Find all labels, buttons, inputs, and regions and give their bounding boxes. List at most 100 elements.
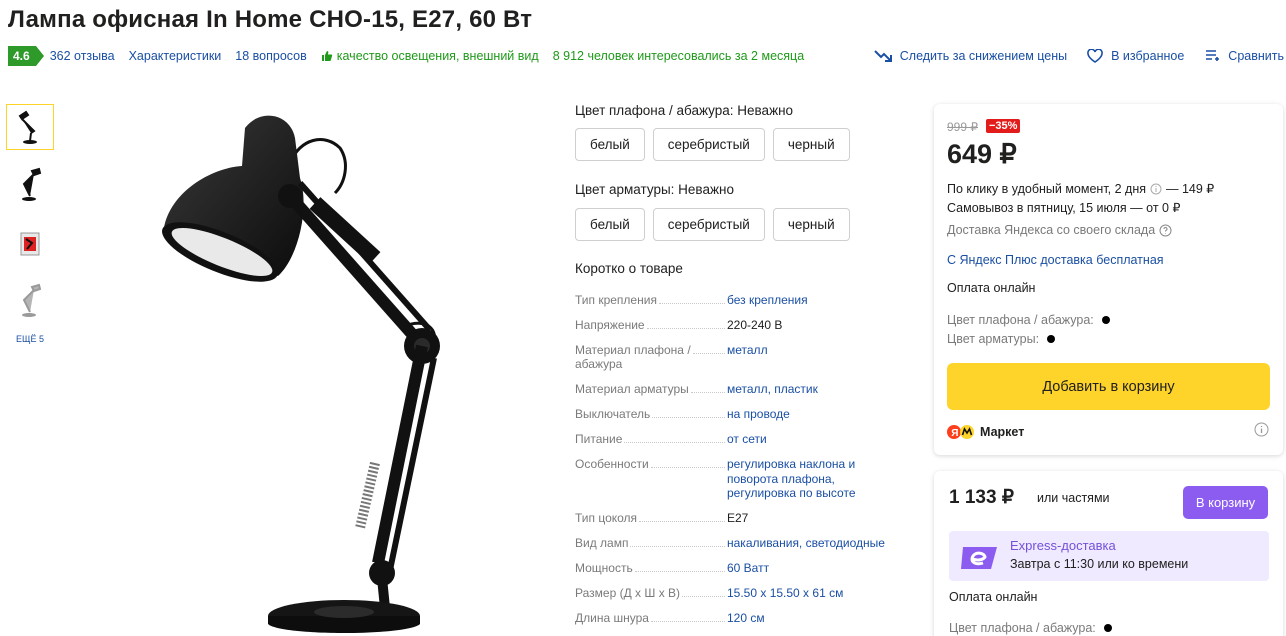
questions-link[interactable]: 18 вопросов [235,49,306,63]
thumbnail-1[interactable] [6,104,54,150]
delivery-price: — 149 ₽ [1166,182,1215,196]
current-price: 649 ₽ [947,139,1017,169]
black-color-dot [1103,624,1112,632]
yandex-delivery: Доставка Яндекса со своего склада [947,223,1172,237]
spec-key: Длина шнура [575,611,651,626]
delivery-option: По клику в удобный момент, 2 дня — 149 ₽ [947,181,1215,197]
spec-value[interactable]: на проводе [727,407,895,422]
shade-chip-silver[interactable]: серебристый [652,128,765,161]
express-subtitle: Завтра с 11:30 или ко времени [1010,557,1189,571]
arm-color-chips: белый серебристый черный [575,208,850,241]
express-delivery-icon [961,547,997,569]
spec-key: Тип крепления [575,293,659,308]
spec-row: Тип крепления без крепления [575,293,895,308]
plus-delivery-link[interactable]: С Яндекс Плюс доставка бесплатная [947,253,1164,267]
reviews-link[interactable]: 362 отзыва [50,49,115,63]
selected-arm-label: Цвет арматуры: [947,332,1040,346]
favorite-button[interactable]: В избранное [1087,49,1184,63]
track-price-button[interactable]: Следить за снижением цены [874,49,1067,63]
arm-chip-silver[interactable]: серебристый [652,208,765,241]
svg-text:Я: Я [951,428,958,439]
black-color-dot [1047,335,1056,343]
spec-key: Вид ламп [575,536,631,551]
gallery-thumbnails: ЕЩЁ 5 [6,104,54,344]
rating-badge[interactable]: 4.6 [8,46,44,66]
thumbs-up-icon [321,51,332,61]
quality-highlight: качество освещения, внешний вид [321,49,539,63]
delivery-text: По клику в удобный момент, 2 дня [947,181,1146,196]
shade-color-label: Цвет плафона / абажура: [575,103,734,118]
spec-row: Материал арматуры металл, пластик [575,382,895,397]
spec-value[interactable]: без крепления [727,293,895,308]
offer-price: 1 133 ₽ [949,487,1014,508]
shade-color-value: Неважно [737,103,794,118]
spec-row: Мощность 60 Ватт [575,561,895,576]
spec-value[interactable]: накаливания, светодиодные [727,536,895,551]
spec-value[interactable]: металл, пластик [727,382,895,397]
shade-chip-black[interactable]: черный [772,128,850,161]
buy-button[interactable]: В корзину [1183,486,1268,519]
spec-key: Питание [575,432,625,447]
track-price-label: Следить за снижением цены [899,49,1068,63]
selected-arm-color: Цвет арматуры: [947,332,1056,346]
spec-row: Напряжение 220-240 В [575,318,895,333]
yandex-market-logo-icon: Я [947,425,974,439]
spec-row: Длина шнура 120 см [575,611,895,626]
quality-text: качество освещения, внешний вид [336,49,539,63]
shade-color-option: Цвет плафона / абажура: Неважно [575,103,793,118]
compare-label: Сравнить [1228,49,1284,63]
spec-key: Выключатель [575,407,653,422]
specs-link[interactable]: Характеристики [129,49,222,63]
arm-chip-white[interactable]: белый [575,208,645,241]
lamp-box-thumbnail-icon [20,232,40,256]
arm-color-option: Цвет арматуры: Неважно [575,182,734,197]
add-to-cart-button[interactable]: Добавить в корзину [947,363,1270,410]
seller-brand[interactable]: Я Маркет [947,425,1024,439]
installments-text: или частями [1037,491,1110,505]
shade-color-chips: белый серебристый черный [575,128,850,161]
price-down-icon [874,50,892,62]
yandex-delivery-text: Доставка Яндекса со своего склада [947,223,1156,237]
spec-key: Особенности [575,457,651,501]
spec-value[interactable]: металл [727,343,895,371]
payment-method: Оплата онлайн [947,281,1036,295]
payment-method: Оплата онлайн [949,590,1038,604]
spec-value[interactable]: регулировка наклона и поворота плафона, … [727,457,895,501]
spec-value[interactable]: от сети [727,432,895,447]
thumbnail-4[interactable] [6,278,54,324]
heart-icon [1087,49,1103,63]
spec-value[interactable]: 60 Ватт [727,561,895,576]
thumbnail-2[interactable] [6,162,54,208]
interest-counter: 8 912 человек интересовались за 2 месяца [552,49,805,63]
desk-lamp-image [162,115,440,633]
compare-icon [1206,50,1220,61]
shade-chip-white[interactable]: белый [575,128,645,161]
spec-row: Питание от сети [575,432,895,447]
arm-color-value: Неважно [678,182,734,197]
spec-key: Материал арматуры [575,382,691,397]
arm-chip-black[interactable]: черный [772,208,850,241]
help-icon[interactable] [1159,224,1172,237]
alternative-offer-card: 1 133 ₽ или частями В корзину Express-до… [934,471,1283,636]
spec-key: Материал плафона / абажура [575,343,693,371]
more-photos-link[interactable]: ЕЩЁ 5 [6,334,54,344]
express-delivery-banner: Express-доставка Завтра с 11:30 или ко в… [949,531,1269,581]
selected-shade-color: Цвет плафона / абажура: [947,313,1110,327]
spec-value: E27 [727,511,749,525]
spec-value[interactable]: 15.50 х 15.50 х 61 см [727,586,895,601]
spec-value[interactable]: 120 см [727,611,895,626]
thumbnail-3[interactable] [6,220,54,266]
arm-color-label: Цвет арматуры: [575,182,675,197]
lamp-silver-thumbnail-icon [22,283,42,317]
favorite-label: В избранное [1111,49,1185,63]
product-title: Лампа офисная In Home CHO-15, E27, 60 Вт [8,6,533,33]
selected-shade-label: Цвет плафона / абажура: [949,621,1096,635]
spec-key: Размер (Д х Ш х В) [575,586,683,601]
spec-row: Выключатель на проводе [575,407,895,422]
product-main-image[interactable] [150,108,480,636]
info-icon[interactable] [1254,422,1269,437]
pickup-option: Самовывоз в пятницу, 15 июля — от 0 ₽ [947,201,1181,215]
info-icon[interactable] [1150,183,1162,195]
compare-button[interactable]: Сравнить [1204,49,1284,63]
spec-row: Тип цоколя E27 [575,511,895,526]
